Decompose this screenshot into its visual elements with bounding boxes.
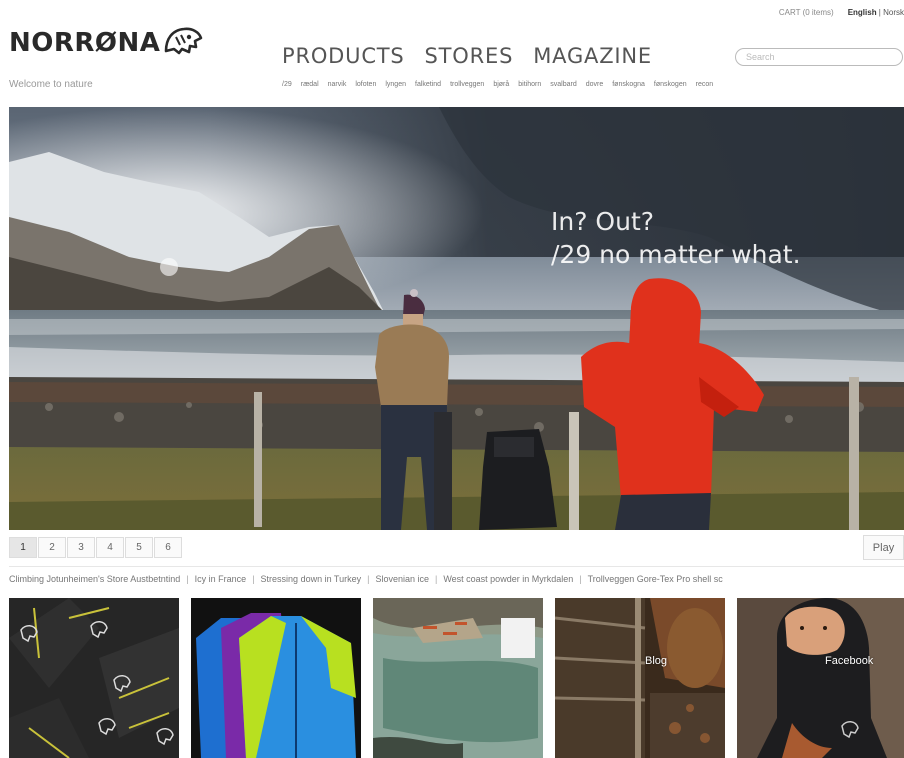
feature-tiles: Blog Facebook <box>9 598 904 758</box>
ticker-separator: | <box>252 574 255 584</box>
hero-slideshow-image[interactable]: In? Out? /29 no matter what. <box>9 107 904 530</box>
blog-tile-image <box>555 598 725 758</box>
subnav-item[interactable]: lofoten <box>355 81 376 88</box>
facebook-tile-image <box>737 598 904 758</box>
ticker-story-link[interactable]: Stressing down in Turkey <box>261 574 362 584</box>
hero-headline-line-1: In? Out? <box>551 207 655 236</box>
slideshow-pager: 1 2 3 4 5 6 <box>9 537 183 558</box>
subnav-item[interactable]: /29 <box>282 81 292 88</box>
pager-page-5[interactable]: 5 <box>125 537 153 558</box>
pager-page-1[interactable]: 1 <box>9 537 37 558</box>
subnav-item[interactable]: rædal <box>301 81 319 88</box>
pager-page-6[interactable]: 6 <box>154 537 182 558</box>
hero-photo <box>9 107 904 530</box>
subnav-item[interactable]: narvik <box>328 81 347 88</box>
tile-pattern[interactable] <box>9 598 179 758</box>
ticker-separator: | <box>579 574 582 584</box>
cart-link[interactable]: CART (0 items) <box>779 8 834 22</box>
tile-blog[interactable]: Blog <box>555 598 725 758</box>
top-utility-bar: CART (0 items) English | Norsk <box>779 8 904 22</box>
slideshow-play-button[interactable]: Play <box>863 535 904 560</box>
main-navigation: PRODUCTS STORES MAGAZINE <box>282 44 652 68</box>
ticker-story-link[interactable]: West coast powder in Myrkdalen <box>443 574 573 584</box>
jackets-tile-image <box>191 598 361 758</box>
pattern-tile-image <box>9 598 179 758</box>
tile-aerial-coast[interactable] <box>373 598 543 758</box>
section-divider <box>9 566 904 567</box>
nav-stores[interactable]: STORES <box>425 44 514 68</box>
ticker-story-link[interactable]: Slovenian ice <box>375 574 429 584</box>
search-input[interactable] <box>735 48 903 66</box>
subnav-item[interactable]: falketind <box>415 81 441 88</box>
tile-blog-label: Blog <box>645 655 668 667</box>
ticker-separator: | <box>367 574 370 584</box>
subnav-item[interactable]: fønskogen <box>654 81 687 88</box>
subnav-item[interactable]: svalbard <box>550 81 576 88</box>
language-norsk-link[interactable]: Norsk <box>883 8 904 17</box>
brand-logo[interactable]: NORRØNA <box>9 27 204 58</box>
tile-jackets[interactable] <box>191 598 361 758</box>
brand-tagline: Welcome to nature <box>9 79 93 90</box>
aerial-coast-tile-image <box>373 598 543 758</box>
language-english-link[interactable]: English <box>848 8 877 17</box>
hero-headline-line-2: /29 no matter what. <box>551 240 801 269</box>
ticker-separator: | <box>186 574 189 584</box>
tile-facebook[interactable]: Facebook <box>737 598 904 758</box>
ticker-story-link[interactable]: Icy in France <box>195 574 247 584</box>
subnav-item[interactable]: recon <box>696 81 714 88</box>
ticker-separator: | <box>434 574 438 584</box>
subnav-item[interactable]: fønskogna <box>612 81 645 88</box>
product-line-navigation: /29 rædal narvik lofoten lyngen falketin… <box>282 81 713 88</box>
pager-page-4[interactable]: 4 <box>96 537 124 558</box>
pager-page-2[interactable]: 2 <box>38 537 66 558</box>
nav-magazine[interactable]: MAGAZINE <box>533 44 652 68</box>
logo-wordmark: NORRØNA <box>9 28 161 58</box>
pager-page-3[interactable]: 3 <box>67 537 95 558</box>
nav-products[interactable]: PRODUCTS <box>282 44 405 68</box>
subnav-item[interactable]: trollveggen <box>450 81 484 88</box>
story-ticker: Climbing Jotunheimen's Store Austbetntin… <box>9 574 904 588</box>
subnav-item[interactable]: bjørå <box>493 81 509 88</box>
language-switcher: English | Norsk <box>848 8 904 22</box>
hero-headline: In? Out? /29 no matter what. <box>551 205 801 271</box>
tile-facebook-label: Facebook <box>825 655 874 667</box>
logo-horse-head-icon <box>165 27 203 55</box>
subnav-item[interactable]: lyngen <box>385 81 406 88</box>
subnav-item[interactable]: dovre <box>586 81 604 88</box>
ticker-story-link[interactable]: Trollveggen Gore-Tex Pro shell sc <box>588 574 723 584</box>
subnav-item[interactable]: bitihorn <box>518 81 541 88</box>
ticker-story-link[interactable]: Climbing Jotunheimen's Store Austbetntin… <box>9 574 180 584</box>
